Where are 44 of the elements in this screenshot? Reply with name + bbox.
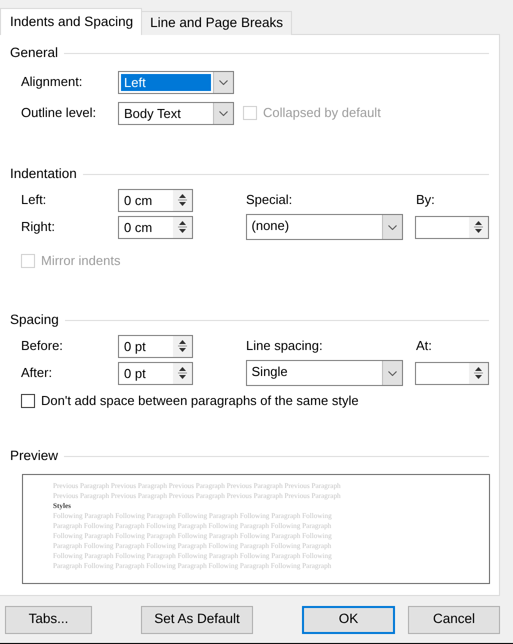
spin-arrows-icon [178,366,187,380]
dropdown[interactable]: Single [246,360,404,386]
field-label: By: [416,191,436,210]
spin-arrows-icon [474,366,483,380]
field-label: Left: [20,191,48,210]
section-heading: Preview [10,446,58,465]
spin-field[interactable] [415,362,489,384]
caret-icon [219,110,228,116]
field-label: Special: [245,191,294,210]
field-label: Outline level: [20,104,98,122]
button[interactable]: OK [302,606,395,634]
field-label: Before: [20,337,64,356]
field-label: Right: [20,218,56,236]
spin-field[interactable] [415,216,489,238]
section-heading: General [10,44,58,62]
tab[interactable]: Indents and Spacing [0,8,142,35]
checkbox-label: Mirror indents [41,252,120,270]
spin-arrows-icon [178,220,187,234]
field-label: At: [416,337,433,356]
spin-arrows-icon [474,220,483,234]
spin-arrows-icon [178,339,187,353]
spin-field[interactable]: 0 cm [118,216,193,238]
caret-icon [388,370,398,376]
section-heading: Indentation [10,164,77,183]
dropdown[interactable]: Body Text [118,102,234,124]
spin-field[interactable]: 0 pt [118,334,193,358]
tab[interactable]: Line and Page Breaks [141,11,292,35]
field-label: After: [20,364,54,382]
button[interactable]: Tabs... [5,606,92,634]
caret-icon [388,224,398,230]
spin-arrows-icon [178,193,187,207]
dropdown[interactable]: (none) [246,214,404,240]
button[interactable]: Cancel [408,606,500,634]
checkbox[interactable] [21,394,35,408]
dropdown[interactable]: Left [118,70,234,94]
field-label: Line spacing: [245,337,324,356]
checkbox-label: Collapsed by default [263,104,381,122]
checkbox-label: Don't add space between paragraphs of the same style [41,392,359,410]
spin-field[interactable]: 0 pt [118,362,193,384]
spin-field[interactable]: 0 cm [118,188,193,212]
field-label: Alignment: [20,73,84,92]
caret-icon [219,80,228,84]
button[interactable]: Set As Default [141,606,253,634]
section-heading: Spacing [10,310,59,329]
